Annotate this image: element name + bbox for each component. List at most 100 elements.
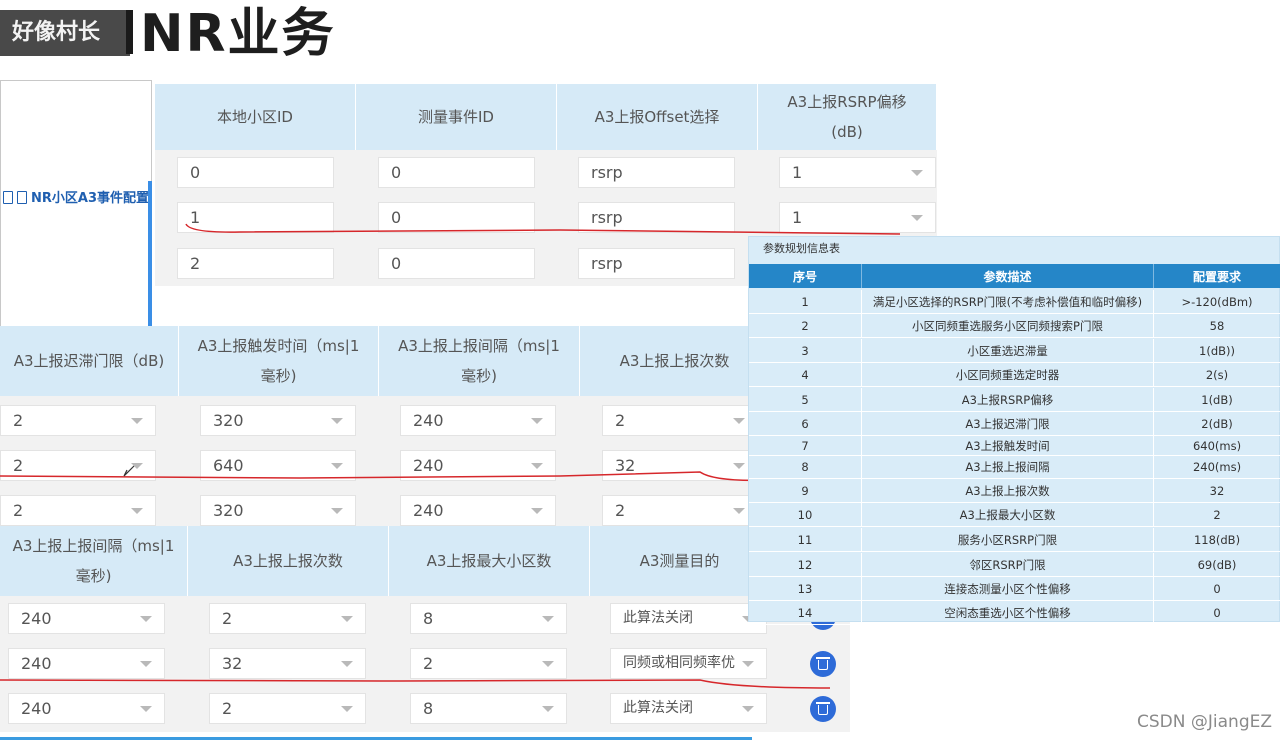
column-header: A3上报Offset选择: [557, 84, 758, 150]
event-id-input[interactable]: 0: [378, 202, 535, 233]
info-table-row: 8 A3上报上报间隔 240(ms): [749, 455, 1280, 479]
info-table-cell: 240(ms): [1154, 455, 1280, 478]
info-table-cell: 小区同频重选服务小区同频搜索P门限: [862, 314, 1154, 337]
report-count-select[interactable]: 2: [602, 405, 758, 436]
trash-icon: [816, 702, 830, 704]
info-table-cell: A3上报上报次数: [862, 479, 1154, 502]
cell-id-input[interactable]: 0: [177, 157, 334, 188]
page-title: NR业务: [140, 4, 336, 64]
trash-icon: [818, 705, 828, 715]
info-table-row: 5 A3上报RSRP偏移 1(dB): [749, 388, 1280, 412]
offset-type-input[interactable]: rsrp: [578, 157, 735, 188]
report-count-select[interactable]: 2: [602, 495, 758, 526]
info-table-cell: 9: [749, 479, 862, 502]
info-col-header: 序号: [749, 264, 862, 288]
info-table-cell: 1(dB): [1154, 388, 1280, 411]
info-table-cell: 4: [749, 363, 862, 386]
info-table-row: 9 A3上报上报次数 32: [749, 479, 1280, 503]
trash-icon: [816, 657, 830, 659]
column-header: A3上报上报间隔（ms|1 毫秒): [0, 526, 188, 596]
info-table-cell: 2: [749, 314, 862, 337]
column-header: A3上报上报次数: [580, 326, 770, 396]
title-accent-bar: [126, 10, 133, 54]
rsrp-offset-select[interactable]: 1: [779, 157, 936, 188]
report-count-select[interactable]: 32: [209, 648, 366, 679]
info-table-cell: 3: [749, 339, 862, 362]
table-report-config: A3上报迟滞门限（dB) A3上报触发时间（ms|1 毫秒) A3上报上报间隔（…: [0, 326, 770, 526]
info-table-cell: 满足小区选择的RSRP门限(不考虑补偿值和临时偏移): [862, 290, 1154, 313]
info-table-cell: 14: [749, 601, 862, 624]
max-cells-select[interactable]: 8: [410, 603, 567, 634]
tree-active-indicator: [148, 181, 152, 329]
report-interval-select[interactable]: 240: [8, 603, 165, 634]
trash-icon: [818, 660, 828, 670]
info-table-row: 11 服务小区RSRP门限 118(dB): [749, 528, 1280, 552]
info-table-cell: 12: [749, 553, 862, 576]
cell-id-input[interactable]: 2: [177, 248, 334, 279]
info-table-cell: 6: [749, 412, 862, 435]
info-table-row: 7 A3上报触发时间 640(ms): [749, 436, 1280, 456]
info-table-cell: 连接态测量小区个性偏移: [862, 577, 1154, 600]
info-table-cell: 640(ms): [1154, 436, 1280, 455]
report-interval-select[interactable]: 240: [400, 405, 556, 436]
info-table-cell: 服务小区RSRP门限: [862, 528, 1154, 551]
table-header: 本地小区ID 测量事件ID A3上报Offset选择 A3上报RSRP偏移 (d…: [155, 84, 937, 150]
hysteresis-select[interactable]: 2: [0, 405, 156, 436]
cell-id-input[interactable]: 1: [177, 202, 334, 233]
report-count-select[interactable]: 2: [209, 693, 366, 724]
hysteresis-select[interactable]: 2: [0, 495, 156, 526]
offset-type-input[interactable]: rsrp: [578, 202, 735, 233]
info-table-row: 4 小区同频重选定时器 2(s): [749, 363, 1280, 387]
measure-purpose-select[interactable]: 此算法关闭: [610, 693, 767, 724]
info-table-cell: 32: [1154, 479, 1280, 502]
info-table-cell: 0: [1154, 601, 1280, 624]
measure-purpose-select[interactable]: 同频或相同频率优: [610, 648, 767, 679]
hysteresis-select[interactable]: 2: [0, 450, 156, 481]
delete-row-button[interactable]: [810, 651, 836, 677]
offset-type-input[interactable]: rsrp: [578, 248, 735, 279]
event-id-input[interactable]: 0: [378, 157, 535, 188]
trigger-time-select[interactable]: 320: [200, 405, 356, 436]
info-col-header: 配置要求: [1154, 264, 1280, 288]
report-interval-select[interactable]: 240: [8, 648, 165, 679]
trigger-time-select[interactable]: 320: [200, 495, 356, 526]
delete-row-button[interactable]: [810, 696, 836, 722]
info-table-cell: 118(dB): [1154, 528, 1280, 551]
column-header: A3上报上报次数: [188, 526, 389, 596]
table-header: A3上报上报间隔（ms|1 毫秒) A3上报上报次数 A3上报最大小区数 A3测…: [0, 526, 770, 596]
column-header: A3上报上报间隔（ms|1 毫秒): [379, 326, 580, 396]
event-id-input[interactable]: 0: [378, 248, 535, 279]
info-table-cell: 2(dB): [1154, 412, 1280, 435]
tree-item-nr-a3-config[interactable]: NR小区A3事件配置: [3, 187, 149, 206]
info-table-row: 12 邻区RSRP门限 69(dB): [749, 553, 1280, 577]
trigger-time-select[interactable]: 640: [200, 450, 356, 481]
config-tree-panel: NR小区A3事件配置: [0, 80, 152, 329]
report-count-select[interactable]: 32: [602, 450, 758, 481]
info-table-cell: 邻区RSRP门限: [862, 553, 1154, 576]
scrollbar-track[interactable]: [0, 737, 752, 740]
report-interval-select[interactable]: 240: [8, 693, 165, 724]
column-header: 本地小区ID: [155, 84, 356, 150]
info-table-row: 1 满足小区选择的RSRP门限(不考虑补偿值和临时偏移) >-120(dBm): [749, 290, 1280, 314]
rsrp-offset-select[interactable]: 1: [779, 202, 936, 233]
info-table-cell: 13: [749, 577, 862, 600]
info-table-cell: 1(dB)): [1154, 339, 1280, 362]
info-table-cell: A3上报触发时间: [862, 436, 1154, 455]
info-table-cell: 1: [749, 290, 862, 313]
report-interval-select[interactable]: 240: [400, 495, 556, 526]
max-cells-select[interactable]: 2: [410, 648, 567, 679]
info-table-row: 14 空闲态重选小区个性偏移 0: [749, 601, 1280, 625]
column-header: A3测量目的: [590, 526, 770, 596]
info-table-cell: 58: [1154, 314, 1280, 337]
info-table-row: 2 小区同频重选服务小区同频搜索P门限 58: [749, 314, 1280, 338]
report-interval-select[interactable]: 240: [400, 450, 556, 481]
max-cells-select[interactable]: 8: [410, 693, 567, 724]
info-table-cell: 空闲态重选小区个性偏移: [862, 601, 1154, 624]
info-table-cell: 10: [749, 503, 862, 526]
measure-purpose-select[interactable]: 此算法关闭: [610, 603, 767, 634]
document-icon: [17, 191, 27, 204]
parameter-info-table: 参数规划信息表 序号 参数描述 配置要求 1 满足小区选择的RSRP门限(不考虑补…: [748, 236, 1280, 625]
column-header: A3上报RSRP偏移 (dB): [758, 84, 937, 150]
report-count-select[interactable]: 2: [209, 603, 366, 634]
info-table-cell: 0: [1154, 577, 1280, 600]
